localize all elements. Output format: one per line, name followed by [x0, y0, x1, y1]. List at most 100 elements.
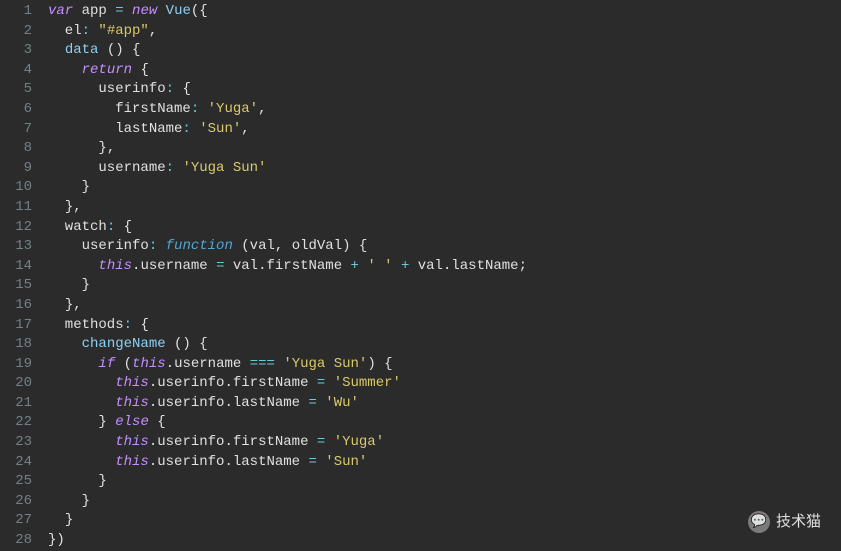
code-line[interactable]: lastName: 'Sun', — [48, 120, 841, 140]
token-id — [48, 493, 82, 509]
token-id — [48, 179, 82, 195]
token-op: : — [191, 101, 199, 117]
code-line[interactable]: this.username = val.firstName + ' ' + va… — [48, 257, 841, 277]
token-op: : — [149, 238, 157, 254]
token-def: data — [65, 42, 99, 58]
token-str: "#app" — [98, 23, 148, 39]
token-punc: . — [224, 454, 232, 470]
token-str: 'Sun' — [325, 454, 367, 470]
code-line[interactable]: }, — [48, 296, 841, 316]
code-line[interactable]: this.userinfo.lastName = 'Wu' — [48, 394, 841, 414]
token-punc: , — [275, 238, 292, 254]
token-punc: . — [149, 395, 157, 411]
token-id: userinfo — [157, 434, 224, 450]
token-id: val — [409, 258, 443, 274]
token-op: + — [351, 258, 359, 274]
token-id — [115, 219, 123, 235]
code-line[interactable]: this.userinfo.firstName = 'Yuga' — [48, 433, 841, 453]
token-id: username — [48, 160, 166, 176]
line-number: 2 — [8, 22, 32, 42]
line-number: 7 — [8, 120, 32, 140]
code-line[interactable]: } — [48, 276, 841, 296]
code-line[interactable]: changeName () { — [48, 335, 841, 355]
token-op: : — [124, 317, 132, 333]
line-number: 13 — [8, 237, 32, 257]
token-id: el — [48, 23, 82, 39]
token-punc: () { — [107, 42, 141, 58]
code-line[interactable]: } else { — [48, 413, 841, 433]
line-number: 16 — [8, 296, 32, 316]
token-punc: } — [82, 179, 90, 195]
code-line[interactable]: }, — [48, 198, 841, 218]
code-line[interactable]: }) — [48, 531, 841, 551]
code-line[interactable]: userinfo: function (val, oldVal) { — [48, 237, 841, 257]
code-line[interactable]: data () { — [48, 41, 841, 61]
token-this: this — [115, 375, 149, 391]
line-number: 18 — [8, 335, 32, 355]
token-punc: }, — [98, 140, 115, 156]
line-number: 15 — [8, 276, 32, 296]
code-area[interactable]: var app = new Vue({ el: "#app", data () … — [40, 0, 841, 551]
token-id — [48, 277, 82, 293]
line-number: 12 — [8, 218, 32, 238]
line-number: 14 — [8, 257, 32, 277]
token-id: username — [174, 356, 250, 372]
code-line[interactable]: userinfo: { — [48, 80, 841, 100]
line-number: 28 — [8, 531, 32, 551]
token-id: username — [140, 258, 216, 274]
code-line[interactable]: username: 'Yuga Sun' — [48, 159, 841, 179]
token-punc: ( — [124, 356, 132, 372]
token-punc: , — [258, 101, 266, 117]
code-line[interactable]: this.userinfo.firstName = 'Summer' — [48, 374, 841, 394]
token-fn: function — [166, 238, 233, 254]
token-id — [48, 512, 65, 528]
token-id — [48, 140, 98, 156]
token-punc: } — [98, 473, 106, 489]
token-str: 'Yuga Sun' — [182, 160, 266, 176]
token-id — [98, 42, 106, 58]
code-line[interactable]: this.userinfo.lastName = 'Sun' — [48, 453, 841, 473]
token-id: oldVal — [292, 238, 342, 254]
token-id — [325, 434, 333, 450]
token-id: lastName — [233, 454, 309, 470]
token-id: lastName — [451, 258, 518, 274]
token-punc: . — [149, 454, 157, 470]
token-id — [48, 454, 115, 470]
line-number: 27 — [8, 511, 32, 531]
code-line[interactable]: } — [48, 178, 841, 198]
token-punc: ; — [519, 258, 527, 274]
token-punc: { — [124, 219, 132, 235]
line-number: 6 — [8, 100, 32, 120]
token-punc: ( — [241, 238, 249, 254]
token-op: = — [308, 395, 316, 411]
code-line[interactable]: var app = new Vue({ — [48, 2, 841, 22]
token-str: 'Wu' — [325, 395, 359, 411]
token-op: : — [107, 219, 115, 235]
token-punc: }) — [48, 532, 65, 548]
token-id — [191, 121, 199, 137]
code-line[interactable]: watch: { — [48, 218, 841, 238]
token-id: userinfo — [48, 81, 166, 97]
token-id: methods — [48, 317, 124, 333]
token-punc: } — [65, 512, 73, 528]
token-op: : — [82, 23, 90, 39]
code-line[interactable]: if (this.username === 'Yuga Sun') { — [48, 355, 841, 375]
token-id: firstName — [266, 258, 350, 274]
line-number: 25 — [8, 472, 32, 492]
token-id: watch — [48, 219, 107, 235]
token-punc: { — [182, 81, 190, 97]
code-line[interactable]: el: "#app", — [48, 22, 841, 42]
code-line[interactable]: firstName: 'Yuga', — [48, 100, 841, 120]
token-id — [48, 473, 98, 489]
code-line[interactable]: return { — [48, 61, 841, 81]
line-number: 1 — [8, 2, 32, 22]
line-number: 17 — [8, 316, 32, 336]
code-line[interactable]: methods: { — [48, 316, 841, 336]
token-id: userinfo — [157, 395, 224, 411]
code-line[interactable]: } — [48, 492, 841, 512]
code-line[interactable]: } — [48, 472, 841, 492]
line-number: 4 — [8, 61, 32, 81]
token-kw2: return — [82, 62, 132, 78]
code-line[interactable]: } — [48, 511, 841, 531]
code-line[interactable]: }, — [48, 139, 841, 159]
